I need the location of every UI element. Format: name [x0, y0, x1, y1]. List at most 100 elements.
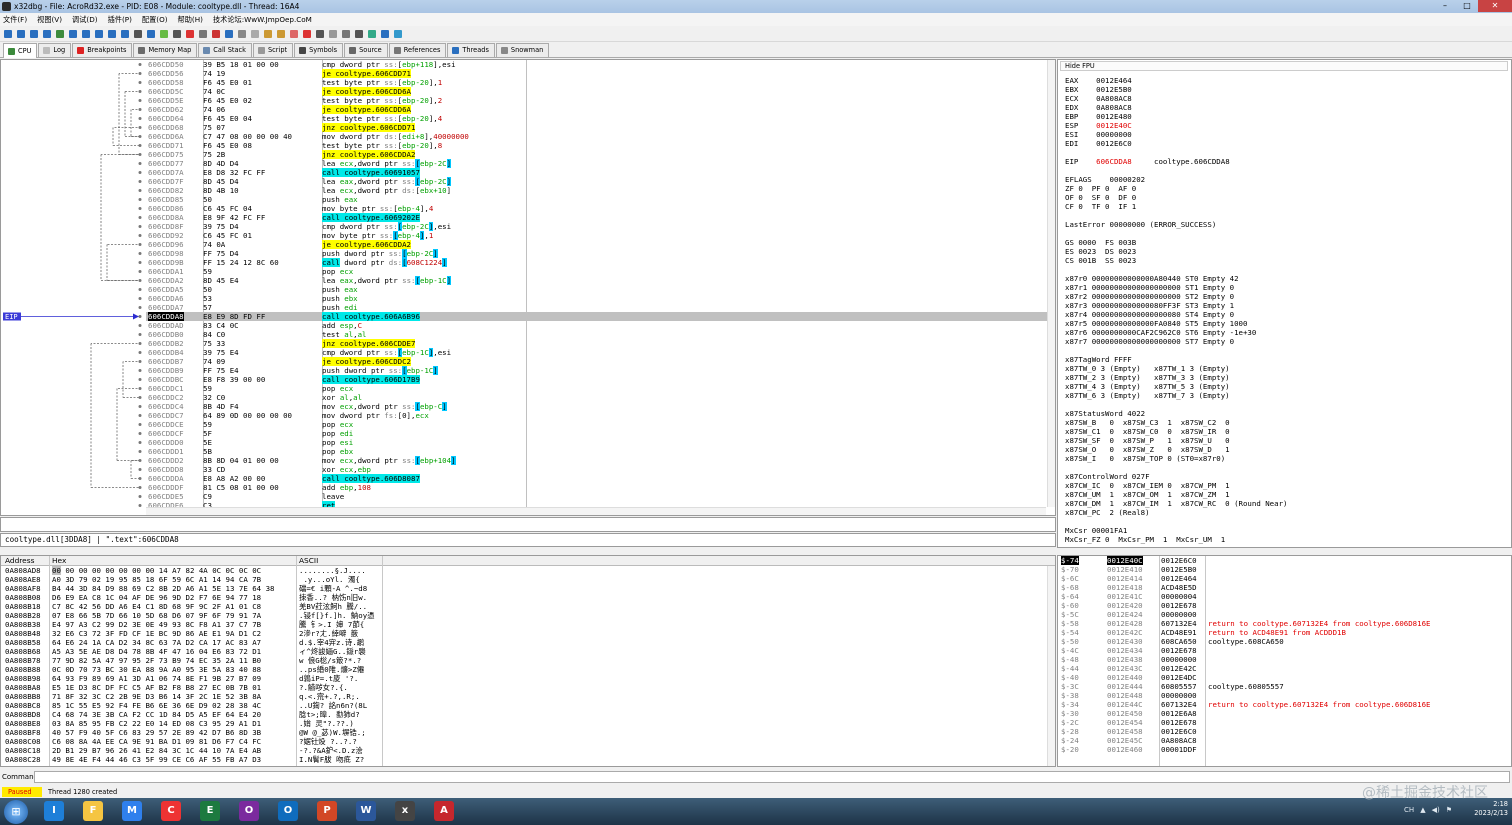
breakpoint-bullet[interactable]: [138, 495, 142, 498]
toolbar-button-icon[interactable]: [238, 29, 246, 38]
breakpoint-bullet[interactable]: [138, 333, 142, 336]
stack-row[interactable]: $-30 0012E450 0012E6A8: [1058, 709, 1511, 718]
breakpoint-bullet[interactable]: [138, 441, 142, 444]
toolbar-button-icon[interactable]: [173, 29, 181, 38]
register-line[interactable]: x87SW_B 0 x87SW_C3 1 x87SW_C2 0: [1065, 418, 1505, 427]
stack-row[interactable]: $-54 0012E42C ACD48E91 return to ACD48E91 f…: [1058, 628, 1511, 637]
register-line[interactable]: [1065, 517, 1505, 526]
register-line[interactable]: x87r4 00000000000000000080 ST4 Empty 0: [1065, 310, 1505, 319]
register-line[interactable]: MxCsr_FZ 0 MxCsr_PM 1 MxCsr_UM 1: [1065, 535, 1505, 544]
toolbar-button-icon[interactable]: [4, 29, 12, 38]
tray-flag-icon[interactable]: ⚑: [1446, 806, 1452, 814]
disasm-row[interactable]: 606CDDA8 E8 E9 8D FD FF call cooltype.606A…: [146, 312, 1049, 321]
disassembly-scrollbar[interactable]: [1047, 60, 1055, 507]
register-line[interactable]: x87CW_PC 2 (Real8): [1065, 508, 1505, 517]
disasm-row[interactable]: 606CDDC4 8B 4D F4 mov ecx,dword ptr ss:[eb…: [146, 402, 1049, 411]
toolbar-button-icon[interactable]: [186, 29, 194, 38]
word-icon[interactable]: W: [356, 801, 376, 821]
disasm-row[interactable]: 606CDD64 F6 45 E0 04 test byte ptr ss:[ebp…: [146, 114, 1049, 123]
register-line[interactable]: x87CW_UM 1 x87CW_OM 1 x87CW_ZM 1: [1065, 490, 1505, 499]
register-line[interactable]: x87r3 0000000000000080FF3F ST3 Empty 1: [1065, 301, 1505, 310]
register-line[interactable]: CF 0 TF 0 IF 1: [1065, 202, 1505, 211]
disasm-row[interactable]: 606CDDCE 59 pop ecx: [146, 420, 1049, 429]
register-line[interactable]: x87TagWord FFFF: [1065, 355, 1505, 364]
dump-row[interactable]: 0A808BF8 40 57 F9 40 5F C6 83 29 57 2E 89…: [1, 728, 1055, 737]
register-line[interactable]: [1065, 229, 1505, 238]
toolbar-button-icon[interactable]: [82, 29, 90, 38]
breakpoint-bullet[interactable]: [138, 423, 142, 426]
stack-row[interactable]: $-6C 0012E414 0012E464: [1058, 574, 1511, 583]
toolbar-button-icon[interactable]: [17, 29, 25, 38]
disassembly-hscrollbar[interactable]: [146, 507, 1046, 515]
toolbar-button-icon[interactable]: [225, 29, 233, 38]
tray-lang[interactable]: CH: [1404, 806, 1414, 814]
disasm-row[interactable]: 606CDDAD 83 C4 0C add esp,C: [146, 321, 1049, 330]
toolbar-button-icon[interactable]: [30, 29, 38, 38]
disasm-row[interactable]: 606CDD5C 74 0C je cooltype.606CDD6A: [146, 87, 1049, 96]
toolbar-button-icon[interactable]: [394, 29, 402, 38]
tab-call-stack[interactable]: Call Stack: [198, 43, 252, 57]
breakpoint-bullet[interactable]: [138, 414, 142, 417]
register-list[interactable]: EAX 0012E464 EBX 0012E5B0 ECX 0A808AC8 EDX …: [1065, 76, 1505, 544]
tab-source[interactable]: Source: [344, 43, 388, 57]
disasm-row[interactable]: 606CDD6A C7 47 08 00 00 00 40 mov dword pt…: [146, 132, 1049, 141]
register-line[interactable]: GS 0000 FS 003B: [1065, 238, 1505, 247]
menu-help[interactable]: 帮助(H): [178, 13, 203, 26]
menu-view[interactable]: 视图(V): [37, 13, 62, 26]
stack-row[interactable]: $-40 0012E440 0012E4DC: [1058, 673, 1511, 682]
register-line[interactable]: [1065, 400, 1505, 409]
disasm-row[interactable]: 606CDDC2 32 C0 xor al,al: [146, 393, 1049, 402]
register-line[interactable]: [1065, 148, 1505, 157]
register-line[interactable]: LastError 00000000 (ERROR_SUCCESS): [1065, 220, 1505, 229]
breakpoint-bullet[interactable]: [138, 171, 142, 174]
breakpoint-bullet[interactable]: [138, 351, 142, 354]
dump-row[interactable]: 0A808B08 D6 E9 EA C8 1C 04 AF DE 96 9D D2…: [1, 593, 1055, 602]
disasm-row[interactable]: 606CDDE5 C9 leave: [146, 492, 1049, 501]
disasm-row[interactable]: 606CDDC1 59 pop ecx: [146, 384, 1049, 393]
disasm-row[interactable]: 606CDDD8 33 CD xor ecx,ebp: [146, 465, 1049, 474]
outlook-icon[interactable]: O: [278, 801, 298, 821]
disasm-row[interactable]: 606CDD92 C6 45 FC 01 mov byte ptr ss:[ebp-…: [146, 231, 1049, 240]
disasm-row[interactable]: 606CDD75 75 2B jnz cooltype.606CDDA2: [146, 150, 1049, 159]
disasm-row[interactable]: 606CDDA2 8D 45 E4 lea eax,dword ptr ss:[eb…: [146, 276, 1049, 285]
register-line[interactable]: x87SW_SF 0 x87SW_P 1 x87SW_U 0: [1065, 436, 1505, 445]
register-line[interactable]: x87r6 0000000000CAF2C962C0 ST6 Empty -1e…: [1065, 328, 1505, 337]
disasm-row[interactable]: 606CDDA5 50 push eax: [146, 285, 1049, 294]
onenote-icon[interactable]: O: [239, 801, 259, 821]
stack-row[interactable]: $-70 0012E410 0012E5B0: [1058, 565, 1511, 574]
breakpoint-bullet[interactable]: [138, 99, 142, 102]
tab-script[interactable]: Script: [252, 43, 294, 57]
register-line[interactable]: x87SW_O 0 x87SW_Z 0 x87SW_D 1: [1065, 445, 1505, 454]
register-line[interactable]: [1065, 166, 1505, 175]
dump-row[interactable]: 0A808C08 C6 08 8A 4A EE CA 9E 91 BA D1 09…: [1, 737, 1055, 746]
stack-row[interactable]: $-3C 0012E444 60805557 cooltype.60805557: [1058, 682, 1511, 691]
register-line[interactable]: x87SW_C1 0 x87SW_C0 0 x87SW_IR 0: [1065, 427, 1505, 436]
dump-row[interactable]: 0A808BC8 85 1C 55 E5 92 F4 FE B6 6E 36 6E…: [1, 701, 1055, 710]
toolbar-button-icon[interactable]: [95, 29, 103, 38]
breakpoint-bullet[interactable]: [138, 126, 142, 129]
register-line[interactable]: EBX 0012E5B0: [1065, 85, 1505, 94]
register-line[interactable]: EDX 0A808AC8: [1065, 103, 1505, 112]
register-line[interactable]: x87CW_DM 1 x87CW_IM 1 x87CW_RC 0 (Round …: [1065, 499, 1505, 508]
breakpoint-bullet[interactable]: [138, 207, 142, 210]
register-line[interactable]: x87TW_4 3 (Empty) x87TW_5 3 (Empty): [1065, 382, 1505, 391]
register-line[interactable]: x87r7 00000000000000000000 ST7 Empty 0: [1065, 337, 1505, 346]
toolbar-button-icon[interactable]: [121, 29, 129, 38]
file-explorer-icon[interactable]: F: [83, 801, 103, 821]
disasm-row[interactable]: 606CDD56 74 19 je cooltype.606CDD71: [146, 69, 1049, 78]
tab-cpu[interactable]: CPU: [3, 43, 38, 58]
tab-threads[interactable]: Threads: [447, 43, 495, 57]
breakpoint-bullet[interactable]: [138, 450, 142, 453]
breakpoint-bullet[interactable]: [138, 360, 142, 363]
maximize-button[interactable]: □: [1456, 0, 1478, 12]
dump-row[interactable]: 0A808C18 2D B1 29 B7 96 26 41 E2 84 3C 1C…: [1, 746, 1055, 755]
register-line[interactable]: x87StatusWord 4022: [1065, 409, 1505, 418]
stack-row[interactable]: $-28 0012E458 0012E6C0: [1058, 727, 1511, 736]
breakpoint-bullet[interactable]: [138, 261, 142, 264]
register-line[interactable]: x87TW_6 3 (Empty) x87TW_7 3 (Empty): [1065, 391, 1505, 400]
stack-row[interactable]: $-34 0012E44C 607132E4 return to cooltype.6…: [1058, 700, 1511, 709]
disasm-row[interactable]: 606CDD85 50 push eax: [146, 195, 1049, 204]
breakpoint-bullet[interactable]: [138, 378, 142, 381]
disasm-row[interactable]: 606CDD8A E8 9F 42 FC FF call cooltype.6069…: [146, 213, 1049, 222]
dump-row[interactable]: 0A808B38 E4 97 A3 C2 99 D2 3E 0E 49 93 8C…: [1, 620, 1055, 629]
